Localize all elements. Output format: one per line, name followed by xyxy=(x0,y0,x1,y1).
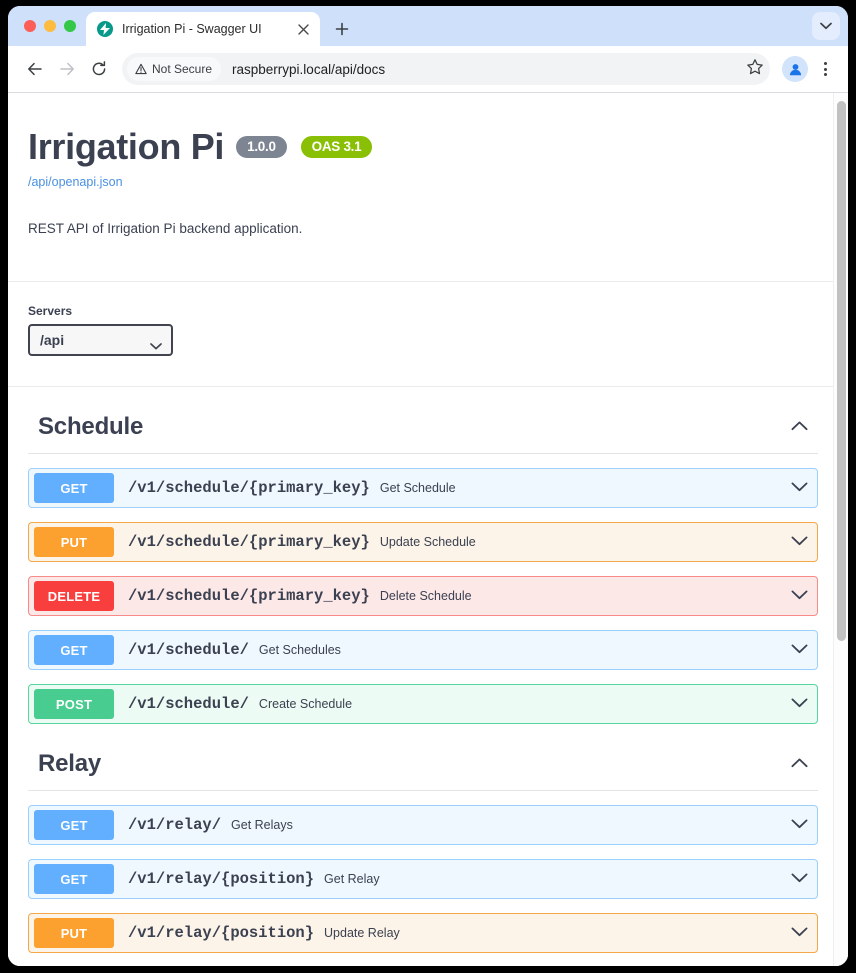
method-badge-delete: DELETE xyxy=(34,581,114,612)
operation-row[interactable]: PUT/v1/schedule/{primary_key} Update Sche… xyxy=(28,522,818,563)
operation-path: /v1/relay/{position} xyxy=(128,924,315,943)
server-select[interactable]: /api xyxy=(28,324,173,357)
tab-strip: Irrigation Pi - Swagger UI xyxy=(8,6,848,46)
operation-path: /v1/schedule/{primary_key} xyxy=(128,587,370,606)
operation-path: /v1/schedule/ xyxy=(128,695,249,714)
chevron-down-icon[interactable] xyxy=(791,479,808,497)
operation-row[interactable]: DELETE/v1/schedule/{primary_key} Delete S… xyxy=(28,576,818,617)
method-badge-get: GET xyxy=(34,635,114,666)
operation-summary: Get Relay xyxy=(324,872,380,887)
chevron-up-icon[interactable] xyxy=(791,418,808,436)
arrow-left-icon xyxy=(28,62,42,76)
fastapi-bolt-icon xyxy=(97,21,113,37)
tag-section-relay: Relay GET/v1/relay/Get Relays GET/v1/relay… xyxy=(8,732,838,954)
page-title: Irrigation Pi 1.0.0 OAS 3.1 xyxy=(28,128,818,166)
swagger-container: Irrigation Pi 1.0.0 OAS 3.1 /api/openapi… xyxy=(8,93,848,966)
tag-name: Relay xyxy=(38,750,102,778)
operation-summary: Get Schedule xyxy=(379,481,456,496)
scrollbar-thumb[interactable] xyxy=(837,101,846,641)
operation-summary: Get Relays xyxy=(231,818,293,833)
chevron-down-icon[interactable] xyxy=(791,533,808,551)
chevron-down-icon[interactable] xyxy=(791,924,808,942)
oas-badge: OAS 3.1 xyxy=(298,133,375,161)
operation-summary: Delete Schedule xyxy=(379,589,472,604)
profile-avatar[interactable] xyxy=(782,56,808,82)
minimize-window-button[interactable] xyxy=(44,20,56,32)
security-status-label: Not Secure xyxy=(152,62,213,76)
operation-row[interactable]: GET/v1/relay/Get Relays xyxy=(28,805,818,846)
version-badge: 1.0.0 xyxy=(236,135,287,159)
operation-row[interactable]: PUT/v1/relay/{position} Update Relay xyxy=(28,913,818,954)
operation-row[interactable]: GET/v1/schedule/{primary_key} Get Schedul… xyxy=(28,468,818,509)
url-text[interactable]: raspberrypi.local/api/docs xyxy=(232,62,746,77)
address-bar[interactable]: Not Secure raspberrypi.local/api/docs xyxy=(122,53,770,85)
chevron-down-icon[interactable] xyxy=(791,870,808,888)
page-viewport: Irrigation Pi 1.0.0 OAS 3.1 /api/openapi… xyxy=(8,92,848,966)
api-description: REST API of Irrigation Pi backend applic… xyxy=(28,220,303,236)
close-icon[interactable] xyxy=(294,20,312,38)
operation-summary: Create Schedule xyxy=(258,697,353,712)
method-badge-put: PUT xyxy=(34,527,114,558)
tag-name: Schedule xyxy=(38,413,144,441)
operation-summary: Get Schedules xyxy=(258,643,341,658)
method-badge-get: GET xyxy=(34,473,114,504)
browser-toolbar: Not Secure raspberrypi.local/api/docs xyxy=(8,46,848,92)
three-dot-menu-icon[interactable] xyxy=(812,56,838,82)
tag-header-relay[interactable]: Relay xyxy=(28,732,818,792)
operation-path: /v1/schedule/{primary_key} xyxy=(128,533,370,552)
chevron-down-icon[interactable] xyxy=(791,695,808,713)
chevron-down-icon xyxy=(820,22,832,30)
security-status-badge[interactable]: Not Secure xyxy=(127,57,222,81)
tab-title: Irrigation Pi - Swagger UI xyxy=(122,22,262,36)
close-window-button[interactable] xyxy=(24,20,36,32)
operation-path: /v1/schedule/ xyxy=(128,641,249,660)
tab-search-button[interactable] xyxy=(812,12,840,40)
chevron-down-icon[interactable] xyxy=(791,641,808,659)
operation-summary: Update Schedule xyxy=(379,535,476,550)
new-tab-button[interactable] xyxy=(328,15,356,43)
window-traffic-lights xyxy=(20,6,86,46)
chevron-down-icon[interactable] xyxy=(791,816,808,834)
operation-row[interactable]: GET/v1/schedule/Get Schedules xyxy=(28,630,818,671)
method-badge-put: PUT xyxy=(34,918,114,949)
operation-row[interactable]: GET/v1/relay/{position} Get Relay xyxy=(28,859,818,900)
page-scrollbar[interactable] xyxy=(833,93,848,966)
star-icon[interactable] xyxy=(746,58,764,81)
api-info-block: Irrigation Pi 1.0.0 OAS 3.1 /api/openapi… xyxy=(8,93,838,239)
tag-header-schedule[interactable]: Schedule xyxy=(28,395,818,455)
method-badge-get: GET xyxy=(34,810,114,841)
arrow-right-icon xyxy=(60,62,74,76)
person-avatar-icon xyxy=(789,63,801,75)
method-badge-get: GET xyxy=(34,864,114,895)
chevron-up-icon[interactable] xyxy=(791,755,808,773)
chevron-down-icon xyxy=(150,337,162,353)
reload-icon xyxy=(92,61,106,76)
browser-window: Irrigation Pi - Swagger UI Not Secure ra… xyxy=(8,6,848,966)
operation-row[interactable]: POST/v1/schedule/Create Schedule xyxy=(28,684,818,725)
servers-block: Servers /api xyxy=(8,281,838,388)
operation-path: /v1/relay/ xyxy=(128,816,222,835)
operation-path: /v1/schedule/{primary_key} xyxy=(128,479,370,498)
back-button[interactable] xyxy=(20,54,50,84)
browser-tab[interactable]: Irrigation Pi - Swagger UI xyxy=(86,12,320,46)
maximize-window-button[interactable] xyxy=(64,20,76,32)
operation-sections: Schedule GET/v1/schedule/{primary_key} Get… xyxy=(8,395,838,954)
openapi-spec-link[interactable]: /api/openapi.json xyxy=(28,175,818,189)
tag-section-schedule: Schedule GET/v1/schedule/{primary_key} Get… xyxy=(8,395,838,725)
forward-button[interactable] xyxy=(52,54,82,84)
reload-button[interactable] xyxy=(84,54,114,84)
operation-path: /v1/relay/{position} xyxy=(128,870,315,889)
servers-label: Servers xyxy=(28,304,73,319)
method-badge-post: POST xyxy=(34,689,114,720)
api-title-text: Irrigation Pi xyxy=(28,126,225,167)
warning-triangle-icon xyxy=(135,63,147,75)
swagger-ui-page: Irrigation Pi 1.0.0 OAS 3.1 /api/openapi… xyxy=(8,93,848,966)
operation-summary: Update Relay xyxy=(324,926,400,941)
server-select-value: /api xyxy=(40,332,65,349)
chevron-down-icon[interactable] xyxy=(791,587,808,605)
